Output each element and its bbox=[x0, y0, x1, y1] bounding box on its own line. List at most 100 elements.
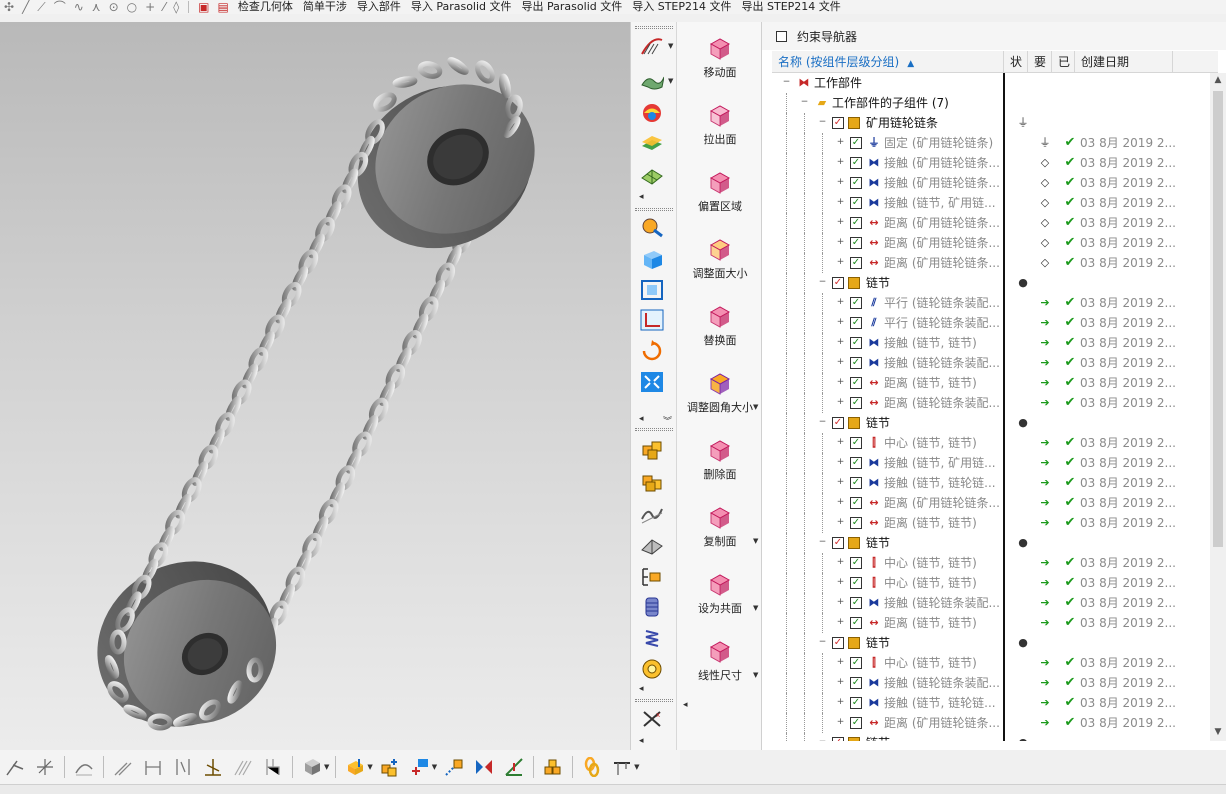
constraint-checkbox[interactable]: ✓ bbox=[850, 677, 862, 689]
expand-icon[interactable]: + bbox=[836, 458, 845, 467]
toolbar-grip[interactable] bbox=[635, 428, 673, 431]
constraint-checkbox[interactable]: ✓ bbox=[850, 197, 862, 209]
graphics-viewport[interactable] bbox=[0, 22, 630, 750]
chevron-down-icon[interactable]: ▼ bbox=[668, 77, 676, 85]
expand-icon[interactable]: + bbox=[836, 398, 845, 407]
move-component-icon[interactable] bbox=[409, 756, 431, 778]
constraint-row[interactable]: + ✓ ↔ 距离 (矿用链轮链条... ◇ ✔ 03 8月 2019 2... bbox=[772, 233, 1210, 253]
toolbar-grip[interactable] bbox=[635, 26, 673, 29]
collapse-icon[interactable]: − bbox=[818, 638, 827, 647]
chevron-down-icon[interactable]: ▼ bbox=[753, 537, 758, 545]
measure-icon[interactable] bbox=[639, 214, 665, 240]
fit-view-icon[interactable] bbox=[639, 277, 665, 303]
collapse-icon[interactable]: − bbox=[818, 418, 827, 427]
constraint-checkbox[interactable]: ✓ bbox=[850, 297, 862, 309]
constraint-row[interactable]: + ✓ ⧓ 接触 (链节, 矿用链... ➔ ✔ 03 8月 2019 2... bbox=[772, 453, 1210, 473]
component-checkbox[interactable]: ✓ bbox=[832, 417, 844, 429]
pin-checkbox[interactable] bbox=[776, 30, 787, 42]
constraint-row[interactable]: + ✓ ⧓ 接触 (链轮链条装配... ➔ ✔ 03 8月 2019 2... bbox=[772, 593, 1210, 613]
scroll-left-icon[interactable]: ◂ bbox=[639, 414, 644, 424]
constraint-row[interactable]: + ✓ ⧓ 接触 (链节, 链轮链... ➔ ✔ 03 8月 2019 2... bbox=[772, 693, 1210, 713]
expand-icon[interactable]: + bbox=[836, 658, 845, 667]
trim-icon[interactable] bbox=[34, 756, 56, 778]
scrollbar-thumb[interactable] bbox=[1213, 91, 1223, 547]
angle-tool-icon[interactable]: ⋏ bbox=[92, 1, 101, 13]
interference-icon[interactable]: ▤ bbox=[217, 1, 228, 13]
component-checkbox[interactable]: ✓ bbox=[832, 277, 844, 289]
spline-tool-icon[interactable]: ∿ bbox=[74, 1, 84, 13]
constraint-checkbox[interactable]: ✓ bbox=[850, 497, 862, 509]
scroll-left-icon[interactable]: ◂ bbox=[639, 684, 644, 694]
chevron-down-icon[interactable]: ▼ bbox=[367, 763, 372, 771]
expand-icon[interactable]: + bbox=[836, 198, 845, 207]
component-row[interactable]: −✓ 链节 ● bbox=[772, 273, 1210, 293]
constraint-checkbox[interactable]: ✓ bbox=[850, 517, 862, 529]
column-header-name[interactable]: 名称 (按组件层级分组) ▲ bbox=[772, 51, 1004, 73]
chevron-down-icon[interactable]: ▼ bbox=[753, 403, 758, 411]
constraint-checkbox[interactable]: ✓ bbox=[850, 477, 862, 489]
circle-tool-icon[interactable]: ⊙ bbox=[109, 1, 119, 13]
constraint-row[interactable]: + ✓ ⫿ 中心 (链节, 链节) ➔ ✔ 03 8月 2019 2... bbox=[772, 553, 1210, 573]
chain-link-icon[interactable] bbox=[581, 756, 603, 778]
feature-button-replace-face[interactable]: 替换面 bbox=[677, 294, 763, 358]
bearing-icon[interactable] bbox=[639, 656, 665, 682]
rotate-icon[interactable] bbox=[639, 338, 665, 364]
chevron-down-icon[interactable]: ▼ bbox=[324, 763, 329, 771]
expand-icon[interactable]: + bbox=[836, 498, 845, 507]
constraint-row[interactable]: + ✓ ⫿ 中心 (链节, 链节) ➔ ✔ 03 8月 2019 2... bbox=[772, 573, 1210, 593]
expand-icon[interactable]: + bbox=[836, 518, 845, 527]
eraser-icon[interactable]: ◊ bbox=[173, 1, 179, 13]
constraint-checkbox[interactable]: ✓ bbox=[850, 157, 862, 169]
assembly-constraint-icon[interactable] bbox=[443, 756, 465, 778]
constraint-checkbox[interactable]: ✓ bbox=[850, 617, 862, 629]
toolbar-grip[interactable] bbox=[635, 699, 673, 702]
constraint-row[interactable]: + ✓ ⧓ 接触 (矿用链轮链条... ◇ ✔ 03 8月 2019 2... bbox=[772, 173, 1210, 193]
offset-curve-icon[interactable] bbox=[112, 756, 134, 778]
new-component-icon[interactable] bbox=[639, 468, 665, 494]
constraint-row[interactable]: + ✓ ⏚ 固定 (矿用链轮链条) ⏚ ✔ 03 8月 2019 2... bbox=[772, 133, 1210, 153]
constraint-row[interactable]: + ✓ ↔ 距离 (链节, 链节) ➔ ✔ 03 8月 2019 2... bbox=[772, 613, 1210, 633]
chair-icon[interactable] bbox=[262, 756, 284, 778]
component-checkbox[interactable]: ✓ bbox=[832, 737, 844, 741]
chevron-down-icon[interactable]: ▼ bbox=[668, 42, 676, 50]
constraint-checkbox[interactable]: ✓ bbox=[850, 397, 862, 409]
expand-icon[interactable]: + bbox=[836, 598, 845, 607]
component-row[interactable]: −✓ 链节 ● bbox=[772, 413, 1210, 433]
feature-button-pull-face[interactable]: 拉出面 bbox=[677, 93, 763, 157]
chevron-down-icon[interactable]: ▼ bbox=[432, 763, 437, 771]
column-divider[interactable] bbox=[1003, 73, 1005, 741]
line-tool-icon[interactable]: ╱ bbox=[22, 1, 29, 13]
constraint-checkbox[interactable]: ✓ bbox=[850, 357, 862, 369]
constraint-row[interactable]: + ✓ ↔ 距离 (矿用链轮链条... ➔ ✔ 03 8月 2019 2... bbox=[772, 713, 1210, 733]
check-geometry-icon[interactable]: ▣ bbox=[198, 1, 209, 13]
expand-icon[interactable]: + bbox=[836, 258, 845, 267]
layer-plane-icon[interactable] bbox=[639, 130, 665, 156]
constraint-row[interactable]: + ✓ ⧓ 接触 (链节, 链节) ➔ ✔ 03 8月 2019 2... bbox=[772, 333, 1210, 353]
feature-button-resize-blend[interactable]: 调整圆角大小 ▼ bbox=[677, 361, 763, 425]
constraint-row[interactable]: + ✓ ⫿ 中心 (链节, 链节) ➔ ✔ 03 8月 2019 2... bbox=[772, 433, 1210, 453]
column-header-date[interactable]: 创建日期 bbox=[1075, 51, 1173, 73]
constraint-row[interactable]: + ✓ ⧓ 接触 (链轮链条装配... ➔ ✔ 03 8月 2019 2... bbox=[772, 673, 1210, 693]
add-component-icon[interactable] bbox=[639, 436, 665, 462]
constraint-row[interactable]: + ✓ ⫽ 平行 (链轮链条装配... ➔ ✔ 03 8月 2019 2... bbox=[772, 313, 1210, 333]
expand-icon[interactable]: + bbox=[836, 178, 845, 187]
expand-icon[interactable]: + bbox=[836, 238, 845, 247]
circle-tool-icon[interactable]: ○ bbox=[127, 1, 137, 13]
export-step214-button[interactable]: 导出 STEP214 文件 bbox=[742, 1, 841, 13]
solid-block-icon[interactable] bbox=[639, 246, 665, 272]
sketch-line-icon[interactable] bbox=[4, 756, 26, 778]
feature-button-offset-region[interactable]: 偏置区域 bbox=[677, 160, 763, 224]
expand-icon[interactable]: + bbox=[836, 718, 845, 727]
add-component-plus-icon[interactable] bbox=[379, 756, 401, 778]
constraint-checkbox[interactable]: ✓ bbox=[850, 557, 862, 569]
constraint-checkbox[interactable]: ✓ bbox=[850, 217, 862, 229]
bracket-dimension-icon[interactable] bbox=[172, 756, 194, 778]
constraint-checkbox[interactable]: ✓ bbox=[850, 597, 862, 609]
chevron-down-icon[interactable]: ▼ bbox=[634, 763, 639, 771]
component-array-icon[interactable] bbox=[542, 756, 564, 778]
surface-icon[interactable] bbox=[639, 67, 665, 93]
simple-interference-button[interactable]: 简单干涉 bbox=[303, 1, 347, 13]
constraint-row[interactable]: + ✓ ⫿ 中心 (链节, 链节) ➔ ✔ 03 8月 2019 2... bbox=[772, 653, 1210, 673]
constraint-checkbox[interactable]: ✓ bbox=[850, 437, 862, 449]
toolbar-grip[interactable] bbox=[635, 208, 673, 211]
